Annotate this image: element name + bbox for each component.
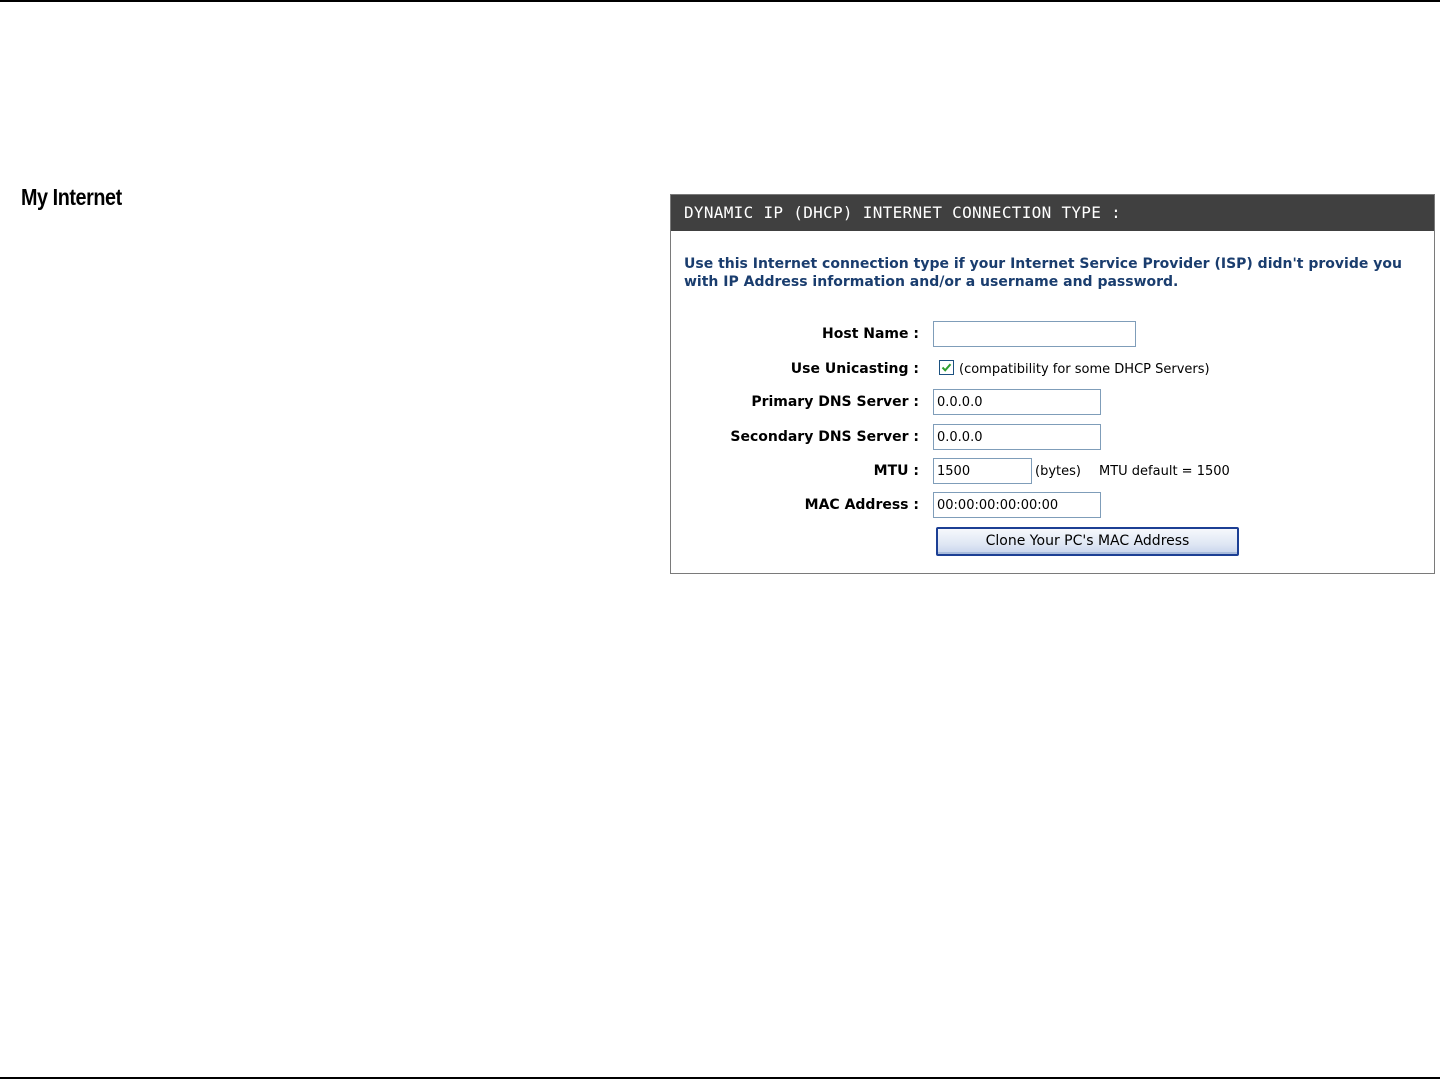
clone-mac-address-button[interactable]: Clone Your PC's MAC Address — [936, 527, 1239, 556]
host-name-label: Host Name : — [822, 326, 919, 342]
dhcp-settings-panel: DYNAMIC IP (DHCP) INTERNET CONNECTION TY… — [670, 194, 1435, 574]
use-unicasting-row: Use Unicasting : (compatibility for some… — [671, 355, 1436, 383]
panel-header: DYNAMIC IP (DHCP) INTERNET CONNECTION TY… — [671, 195, 1434, 231]
mtu-default-note: MTU default = 1500 — [1099, 464, 1230, 479]
checkmark-icon — [941, 363, 952, 372]
panel-description: Use this Internet connection type if you… — [684, 256, 1402, 290]
use-unicasting-label: Use Unicasting : — [790, 361, 919, 377]
primary-dns-input[interactable] — [933, 389, 1101, 415]
mac-address-label: MAC Address : — [804, 497, 919, 513]
secondary-dns-input[interactable] — [933, 424, 1101, 450]
use-unicasting-checkbox[interactable] — [939, 360, 954, 375]
primary-dns-row: Primary DNS Server : — [671, 388, 1436, 416]
top-rule — [0, 0, 1440, 2]
section-title: My Internet — [21, 184, 122, 210]
mtu-row: MTU : (bytes) MTU default = 1500 — [671, 457, 1436, 485]
host-name-input[interactable] — [933, 321, 1136, 347]
primary-dns-label: Primary DNS Server : — [751, 394, 919, 410]
mtu-unit: (bytes) — [1035, 464, 1081, 479]
mac-address-input[interactable] — [933, 492, 1101, 518]
use-unicasting-note: (compatibility for some DHCP Servers) — [959, 362, 1210, 377]
secondary-dns-row: Secondary DNS Server : — [671, 423, 1436, 451]
secondary-dns-label: Secondary DNS Server : — [730, 429, 919, 445]
host-name-row: Host Name : — [671, 320, 1436, 348]
bottom-rule — [0, 1077, 1440, 1079]
mtu-input[interactable] — [933, 458, 1032, 484]
mtu-label: MTU : — [873, 463, 919, 479]
mac-address-row: MAC Address : — [671, 491, 1436, 519]
